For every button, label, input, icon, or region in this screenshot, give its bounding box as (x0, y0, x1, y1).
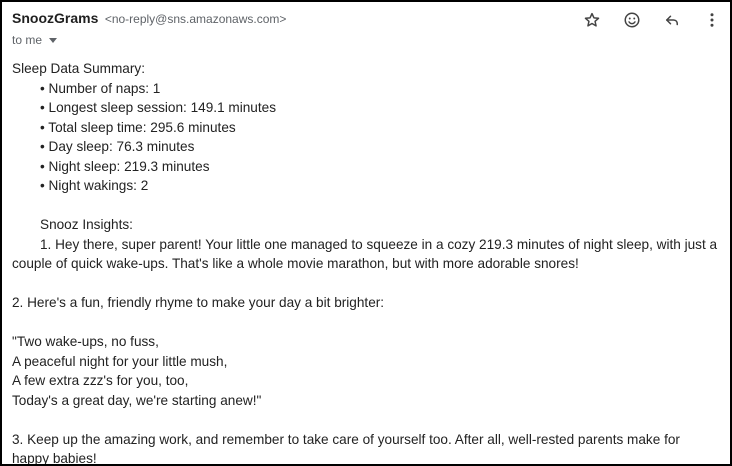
summary-title: Sleep Data Summary: (12, 61, 145, 76)
summary-list: • Number of naps: 1 • Longest sleep sess… (12, 79, 720, 196)
summary-item: • Total sleep time: 295.6 minutes (40, 119, 236, 135)
recipient-label: to me (12, 33, 43, 47)
sender-name[interactable]: SnoozGrams (12, 10, 98, 26)
rhyme-line: A few extra zzz's for you, too, (12, 373, 189, 388)
rhyme-line: "Two wake-ups, no fuss, (12, 334, 159, 349)
email-body: Sleep Data Summary: • Number of naps: 1 … (12, 59, 720, 466)
insights-title: Snooz Insights: (40, 217, 133, 232)
chevron-down-icon[interactable] (49, 37, 58, 43)
summary-item: • Day sleep: 76.3 minutes (40, 139, 195, 154)
email-view: SnoozGrams <no-reply@sns.amazonaws.com> … (0, 0, 732, 466)
summary-item: • Night wakings: 2 (40, 178, 149, 193)
more-vert-icon[interactable] (702, 10, 722, 30)
recipient-line[interactable]: to me (12, 33, 58, 47)
insight-1: 1. Hey there, super parent! Your little … (12, 236, 718, 272)
sender-email[interactable]: <no-reply@sns.amazonaws.com> (105, 12, 287, 26)
reply-icon[interactable] (662, 10, 682, 30)
insight-3: 3. Keep up the amazing work, and remembe… (12, 431, 680, 466)
rhyme-line: Today's a great day, we're starting anew… (12, 392, 262, 408)
rhyme-line: A peaceful night for your little mush, (12, 353, 228, 369)
summary-item: • Night sleep: 219.3 minutes (40, 158, 210, 174)
star-icon[interactable] (582, 10, 602, 30)
summary-item: • Number of naps: 1 (40, 80, 161, 96)
sender-line: SnoozGrams <no-reply@sns.amazonaws.com> (12, 10, 286, 28)
summary-item: • Longest sleep session: 149.1 minutes (40, 100, 276, 115)
email-header: SnoozGrams <no-reply@sns.amazonaws.com> … (12, 10, 730, 54)
emoji-icon[interactable] (622, 10, 642, 30)
message-actions (582, 10, 722, 30)
insight-2: 2. Here's a fun, friendly rhyme to make … (12, 295, 385, 310)
